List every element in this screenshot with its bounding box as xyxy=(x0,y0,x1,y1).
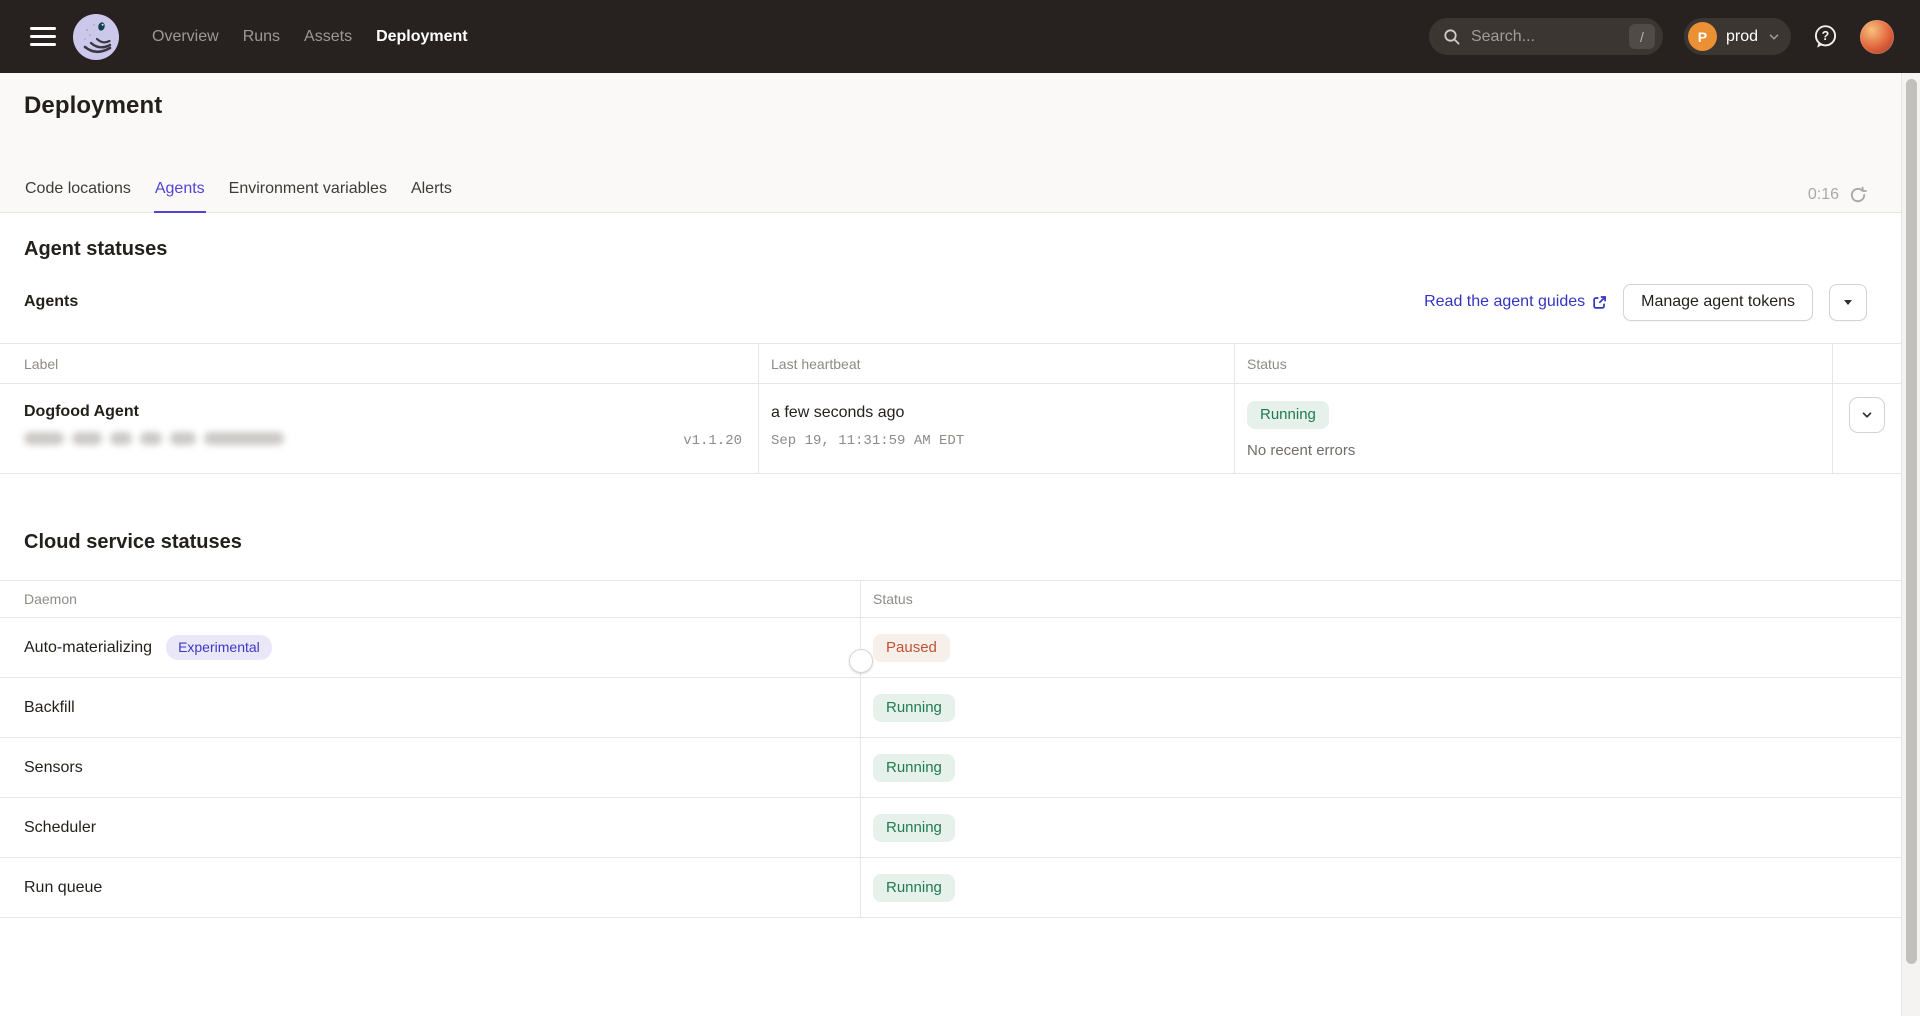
status-badge: Running xyxy=(873,874,955,902)
status-badge: Running xyxy=(873,694,955,722)
agent-id-redacted xyxy=(24,432,284,445)
search-input[interactable] xyxy=(1471,28,1629,46)
hamburger-menu-icon[interactable] xyxy=(30,27,56,46)
agents-subheader: Agents Read the agent guides Manage agen… xyxy=(0,283,1901,321)
manage-agent-tokens-button[interactable]: Manage agent tokens xyxy=(1623,284,1813,321)
daemon-name: Sensors xyxy=(24,759,83,777)
agent-heartbeat-cell: a few seconds ago Sep 19, 11:31:59 AM ED… xyxy=(759,384,1235,474)
daemon-name: Scheduler xyxy=(24,819,96,837)
tab-environment-variables[interactable]: Environment variables xyxy=(228,180,388,213)
status-badge: Paused xyxy=(873,634,950,662)
primary-nav: Overview Runs Assets Deployment xyxy=(152,28,468,46)
search-box[interactable]: / xyxy=(1429,18,1663,55)
experimental-badge: Experimental xyxy=(166,635,272,660)
dagster-logo-icon[interactable] xyxy=(72,13,120,61)
table-row: Auto-materializing Experimental Paused xyxy=(0,618,1901,678)
agent-status-cell: Running No recent errors xyxy=(1235,384,1833,474)
page-header: Deployment Code locations Agents Environ… xyxy=(0,73,1901,213)
agent-guides-link-label: Read the agent guides xyxy=(1424,293,1585,311)
vertical-scrollbar[interactable] xyxy=(1901,73,1920,1016)
nav-item-assets[interactable]: Assets xyxy=(304,28,352,46)
column-header-status: Status xyxy=(861,581,1901,617)
refresh-icon[interactable] xyxy=(1849,186,1867,204)
nav-item-runs[interactable]: Runs xyxy=(243,28,280,46)
deployment-name: prod xyxy=(1726,28,1758,46)
column-header-daemon: Daemon xyxy=(0,581,861,617)
agents-table: Label Last heartbeat Status Dogfood Agen… xyxy=(0,343,1901,474)
column-header-status: Status xyxy=(1235,344,1833,384)
agent-row-expand-button[interactable] xyxy=(1849,397,1885,433)
agent-actions-cell xyxy=(1833,384,1901,474)
chevron-down-icon xyxy=(1860,408,1874,422)
cloud-service-statuses-heading: Cloud service statuses xyxy=(24,530,1920,555)
help-icon: ? xyxy=(1812,23,1839,50)
daemon-name: Auto-materializing xyxy=(24,639,152,657)
user-avatar[interactable] xyxy=(1860,20,1894,54)
column-header-last-heartbeat: Last heartbeat xyxy=(759,344,1235,384)
table-row: Scheduler Running xyxy=(0,798,1901,858)
nav-item-deployment[interactable]: Deployment xyxy=(376,28,468,46)
tab-alerts[interactable]: Alerts xyxy=(410,180,453,213)
nav-item-overview[interactable]: Overview xyxy=(152,28,219,46)
refresh-countdown: 0:16 xyxy=(1808,186,1867,204)
table-row: Run queue Running xyxy=(0,858,1901,918)
agent-statuses-heading: Agent statuses xyxy=(24,237,1920,262)
table-row: Backfill Running xyxy=(0,678,1901,738)
top-navbar: Overview Runs Assets Deployment / P prod xyxy=(0,0,1920,73)
search-shortcut-key: / xyxy=(1629,24,1655,49)
daemon-name: Backfill xyxy=(24,699,75,717)
agent-version: v1.1.20 xyxy=(683,433,742,449)
scrollbar-thumb[interactable] xyxy=(1906,79,1917,964)
org-initial-badge: P xyxy=(1688,22,1717,51)
external-link-icon xyxy=(1592,295,1607,310)
status-badge: Running xyxy=(873,814,955,842)
daemon-name: Run queue xyxy=(24,879,102,897)
heartbeat-relative: a few seconds ago xyxy=(759,384,1234,422)
agent-name: Dogfood Agent xyxy=(0,384,758,421)
status-badge: Running xyxy=(1247,401,1329,429)
page-title: Deployment xyxy=(0,73,1901,120)
agent-actions-dropdown-button[interactable] xyxy=(1829,284,1867,321)
column-header-actions xyxy=(1833,344,1901,384)
help-button[interactable]: ? xyxy=(1812,23,1839,50)
caret-down-icon xyxy=(1844,300,1852,305)
agent-guides-link[interactable]: Read the agent guides xyxy=(1424,293,1607,311)
svg-text:?: ? xyxy=(1822,29,1830,43)
tab-bar: Code locations Agents Environment variab… xyxy=(24,180,453,213)
chevron-down-icon xyxy=(1767,30,1781,44)
agents-subheading: Agents xyxy=(24,293,78,311)
tab-code-locations[interactable]: Code locations xyxy=(24,180,132,213)
deployment-switcher[interactable]: P prod xyxy=(1684,18,1791,55)
table-row: Sensors Running xyxy=(0,738,1901,798)
agent-errors-text: No recent errors xyxy=(1235,429,1832,459)
agent-label-cell: Dogfood Agent v1.1.20 xyxy=(0,384,759,474)
heartbeat-timestamp: Sep 19, 11:31:59 AM EDT xyxy=(759,422,1234,449)
cloud-services-table: Daemon Status Auto-materializing Experim… xyxy=(0,580,1901,918)
tab-agents[interactable]: Agents xyxy=(154,180,206,213)
search-icon xyxy=(1443,28,1461,46)
column-header-label: Label xyxy=(0,344,759,384)
status-badge: Running xyxy=(873,754,955,782)
refresh-timer: 0:16 xyxy=(1808,186,1839,204)
